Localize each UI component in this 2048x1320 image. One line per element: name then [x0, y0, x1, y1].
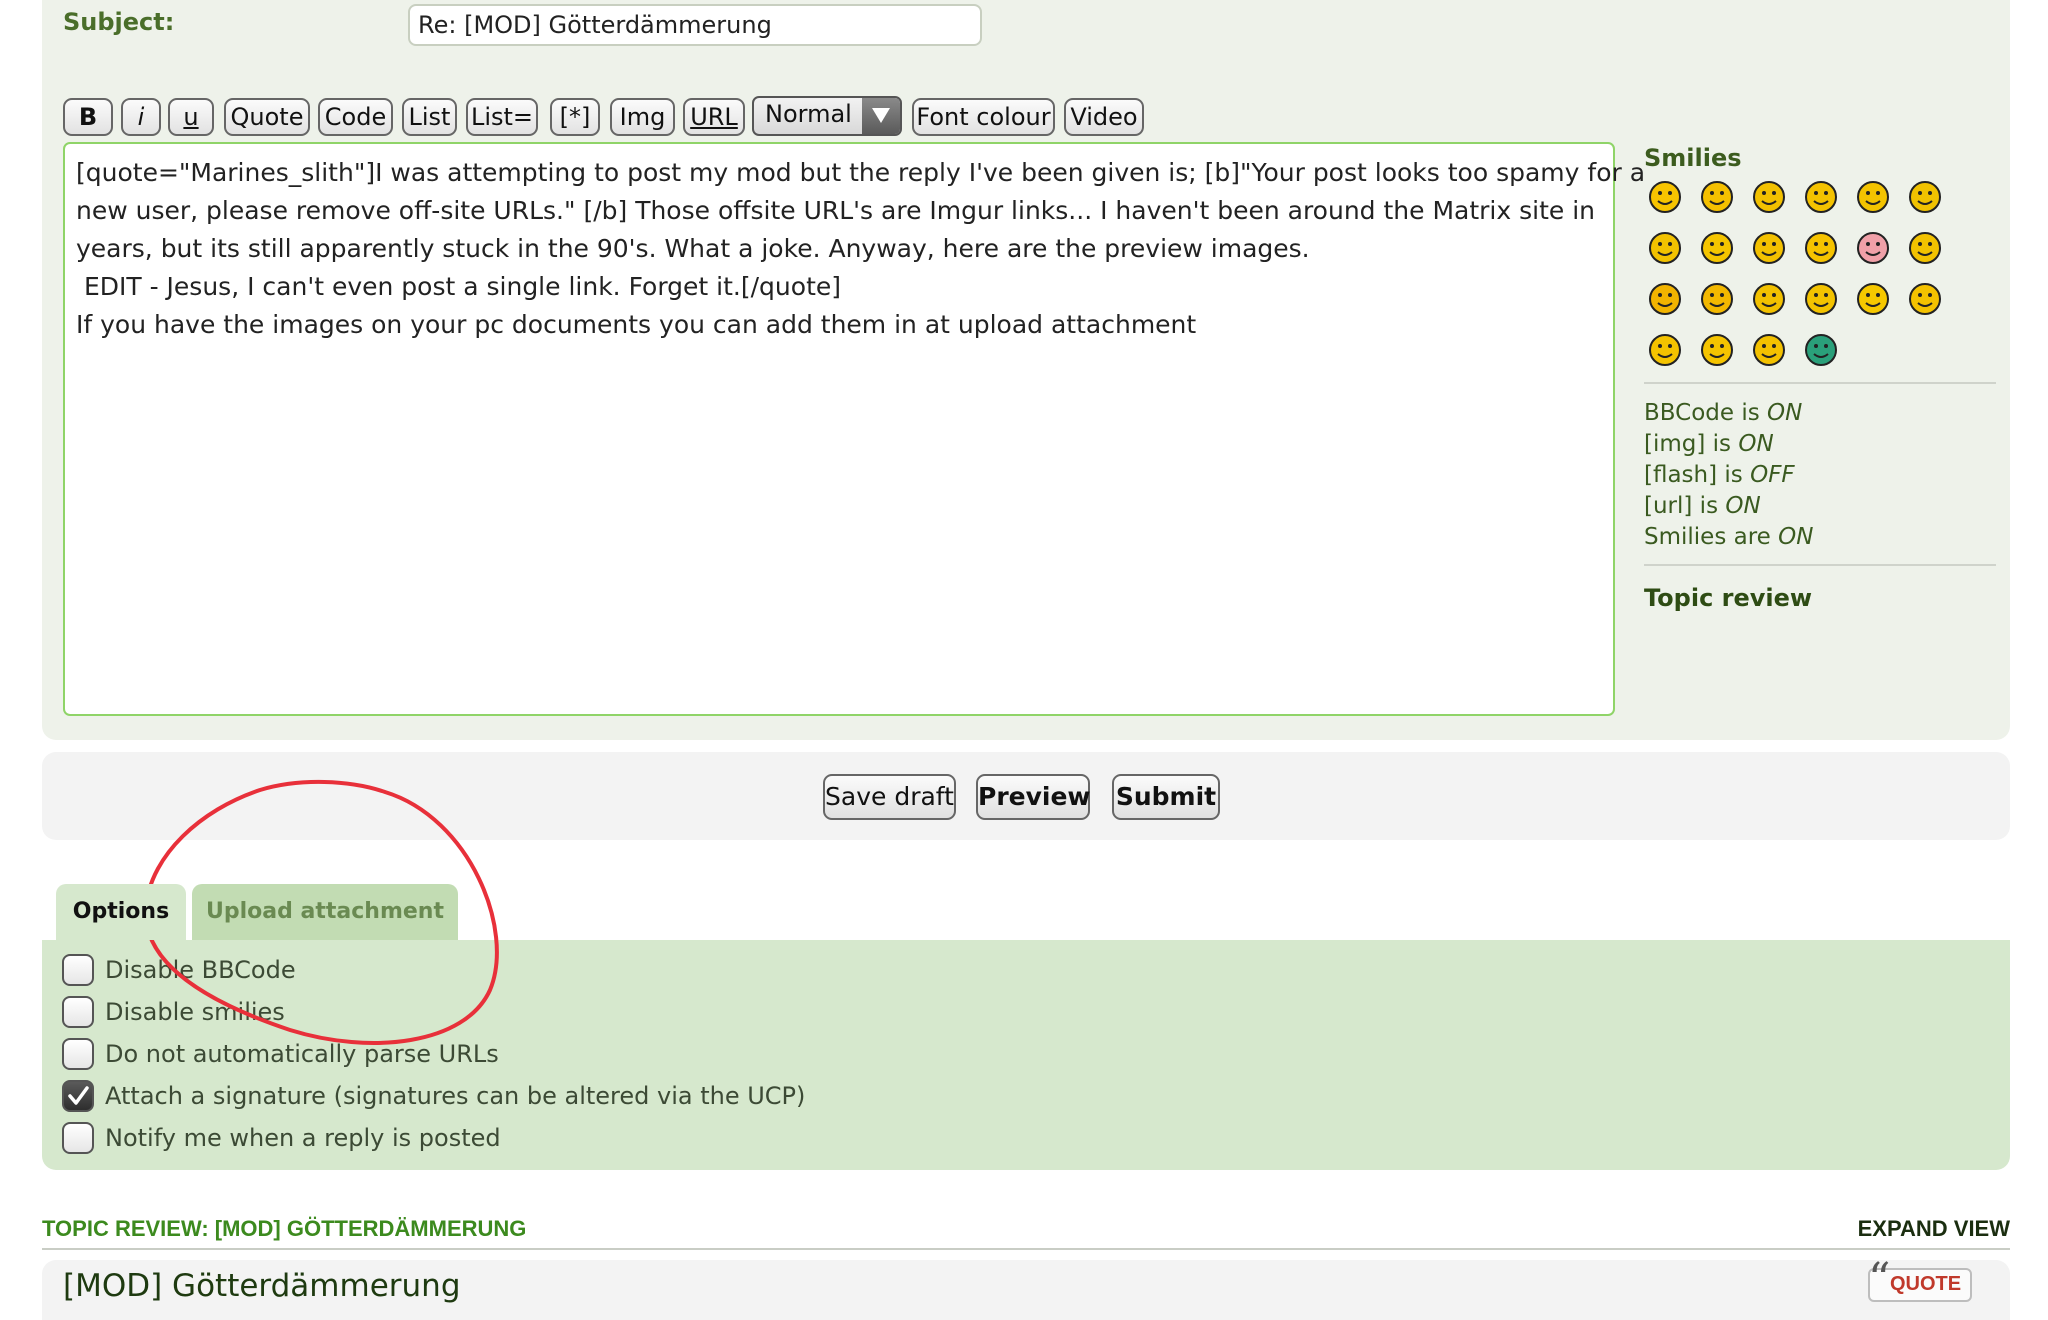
option-label: Disable BBCode — [105, 956, 296, 984]
save-draft-button[interactable]: Save draft — [823, 774, 956, 820]
option-checkbox[interactable] — [62, 996, 94, 1028]
status-smilies: Smilies are ON — [1644, 524, 1813, 550]
preview-button[interactable]: Preview — [976, 774, 1091, 820]
select-arrow — [862, 98, 900, 134]
smilies-title: Smilies — [1644, 144, 1742, 172]
quote-label: QUOTE — [1890, 1273, 1962, 1295]
mr-green-icon[interactable] — [1804, 333, 1838, 367]
italic-button[interactable]: i — [121, 98, 161, 136]
evil-icon[interactable] — [1648, 282, 1682, 316]
status-bbcode: BBCode is ON — [1644, 400, 1802, 426]
checkmark-icon — [68, 1086, 89, 1105]
url-button[interactable]: URL — [683, 98, 745, 136]
option-checkbox[interactable] — [62, 1038, 94, 1070]
sad-icon[interactable] — [1752, 180, 1786, 214]
option-label: Notify me when a reply is posted — [105, 1124, 501, 1152]
status-prefix: Smilies are — [1644, 524, 1779, 550]
message-line: EDIT - Jesus, I can't even post a single… — [76, 272, 842, 301]
quote-mark-icon: “ — [1868, 1254, 1891, 1305]
option-checkbox[interactable] — [62, 1122, 94, 1154]
option-checkbox[interactable] — [62, 1080, 94, 1112]
arrow-icon[interactable] — [1700, 333, 1734, 367]
cool-icon[interactable] — [1648, 231, 1682, 265]
list-button[interactable]: List — [402, 98, 457, 136]
status-url: [url] is ON — [1644, 493, 1761, 519]
twisted-evil-icon[interactable] — [1700, 282, 1734, 316]
quote-post-button[interactable]: “ QUOTE — [1868, 1254, 1972, 1305]
very-happy-icon[interactable] — [1648, 180, 1682, 214]
list-ordered-button[interactable]: List= — [466, 98, 538, 136]
topic-review-link[interactable]: Topic review — [1644, 584, 1812, 612]
divider — [1644, 564, 1996, 566]
status-value: ON — [1778, 524, 1814, 550]
smile-icon[interactable] — [1700, 180, 1734, 214]
status-prefix: [flash] is — [1644, 462, 1751, 488]
img-button[interactable]: Img — [610, 98, 675, 136]
status-prefix: BBCode is — [1644, 400, 1768, 426]
embarrassed-icon[interactable] — [1856, 231, 1890, 265]
triangle-down-icon — [872, 108, 890, 123]
message-textarea[interactable]: [quote="Marines_slith"]I was attempting … — [63, 142, 1646, 716]
status-img: [img] is ON — [1644, 431, 1774, 457]
underline-button[interactable]: u — [168, 98, 214, 136]
font-colour-button[interactable]: Font colour — [912, 98, 1055, 136]
video-button[interactable]: Video — [1064, 98, 1144, 136]
status-value: ON — [1725, 493, 1761, 519]
expand-view-link[interactable]: EXPAND VIEW — [1858, 1216, 2010, 1242]
post-title: [MOD] Götterdämmerung — [63, 1268, 461, 1304]
divider — [42, 1248, 2010, 1250]
font-size-select[interactable]: Normal — [752, 96, 902, 136]
exclamation-icon[interactable] — [1856, 282, 1890, 316]
status-value: OFF — [1750, 462, 1795, 488]
divider — [1644, 382, 1996, 384]
crying-icon[interactable] — [1908, 231, 1942, 265]
message-line: If you have the images on your pc docume… — [76, 310, 1197, 339]
status-flash: [flash] is OFF — [1644, 462, 1795, 488]
bold-button[interactable]: B — [63, 98, 113, 136]
status-value: ON — [1767, 400, 1803, 426]
tab-upload-attachment[interactable]: Upload attachment — [192, 884, 458, 940]
question-icon[interactable] — [1908, 282, 1942, 316]
list-item-button[interactable]: [*] — [550, 98, 600, 136]
subject-input[interactable]: Re: [MOD] Götterdämmerung — [408, 4, 982, 46]
shocked-icon[interactable] — [1856, 180, 1890, 214]
neutral-icon[interactable] — [1752, 333, 1786, 367]
status-value: ON — [1738, 431, 1774, 457]
quote-button[interactable]: Quote — [224, 98, 310, 136]
tab-options[interactable]: Options — [56, 884, 186, 940]
idea-icon[interactable] — [1648, 333, 1682, 367]
laughing-icon[interactable] — [1700, 231, 1734, 265]
option-checkbox[interactable] — [62, 954, 94, 986]
code-button[interactable]: Code — [318, 98, 393, 136]
message-line: years, but its still apparently stuck in… — [76, 234, 1310, 263]
confused-icon[interactable] — [1908, 180, 1942, 214]
submit-button[interactable]: Submit — [1112, 774, 1220, 820]
rolling-eyes-icon[interactable] — [1752, 282, 1786, 316]
font-size-selected: Normal — [765, 100, 852, 128]
message-line: new user, please remove off-site URLs." … — [76, 196, 1596, 225]
option-label: Disable smilies — [105, 998, 285, 1026]
subject-label: Subject: — [63, 8, 175, 36]
surprised-icon[interactable] — [1804, 180, 1838, 214]
option-label: Do not automatically parse URLs — [105, 1040, 499, 1068]
option-label: Attach a signature (signatures can be al… — [105, 1082, 806, 1110]
razz-icon[interactable] — [1804, 231, 1838, 265]
status-prefix: [img] is — [1644, 431, 1739, 457]
message-line: [quote="Marines_slith"]I was attempting … — [76, 158, 1646, 187]
mad-icon[interactable] — [1752, 231, 1786, 265]
wink-icon[interactable] — [1804, 282, 1838, 316]
topic-review-header: TOPIC REVIEW: [MOD] GÖTTERDÄMMERUNG — [42, 1216, 527, 1241]
status-prefix: [url] is — [1644, 493, 1726, 519]
